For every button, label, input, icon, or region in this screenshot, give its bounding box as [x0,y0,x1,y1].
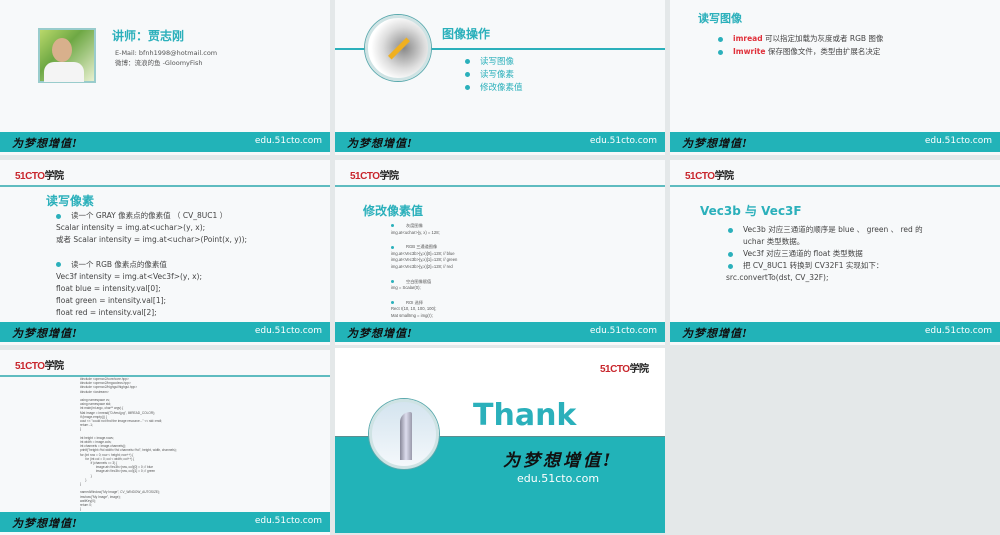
code-line: 或者 Scalar intensity = img.at<uchar>(Poin… [56,235,248,245]
header-line [335,185,665,187]
slogan: 为梦想增值! [347,137,413,150]
code-line: src.convertTo(dst, CV_32F); [726,273,829,282]
bullet: Imwrite 保存图像文件，类型由扩展名决定 [718,45,883,58]
footer: 为梦想增值! edu.51cto.com [0,512,330,532]
slide-title: 读写像素 [46,194,95,208]
url-large: edu.51cto.com [517,472,600,485]
bullet: Vec3f 对应三通道的 float 类型数据 [728,248,923,260]
footer: 为梦想增值! edu.51cto.com [335,132,665,152]
footer: 为梦想增值! edu.51cto.com [0,322,330,342]
header-line [0,185,330,187]
code-line: float blue = intensity.val[0]; [56,284,161,294]
bullet-continuation: uchar 类型数据。 [743,237,805,246]
footer: 为梦想增值! edu.51cto.com [335,322,665,342]
building-image [369,399,439,469]
code-line: Vec3f intensity = img.at<Vec3f>(y, x); [56,271,203,281]
bullet: imread 可以指定加载为灰度或者 RGB 图像 [718,32,883,45]
slide-6-thumbnail[interactable]: 51CTO学院 Vec3b 与 Vec3F Vec3b 对应三通道的顺序是 bl… [670,160,1000,345]
weibo: 微博：流浪的鱼 -GloomyFish [115,59,203,67]
slogan-large: 为梦想增值! [503,451,614,471]
toc-item: 读写像素 [465,69,523,82]
footer-url: edu.51cto.com [254,516,322,526]
email: E-Mail: bfnh1998@hotmail.com [115,49,218,57]
51cto-logo: 51CTO学院 [350,171,399,182]
code-line: Scalar intensity = img.at<uchar>(y, x); [56,223,206,233]
bullet: 读一个 RGB 像素点的像素值 [56,259,247,271]
footer-url: edu.51cto.com [924,136,992,146]
toc-item: 读写图像 [465,56,523,69]
slide-4-thumbnail[interactable]: 51CTO学院 读写像素 读一个 GRAY 像素点的像素值 （ CV_8UC1 … [0,160,330,345]
instructor-title: 讲师：贾志刚 [112,29,185,43]
footer: 为梦想增值! edu.51cto.com [0,132,330,152]
51cto-logo: 51CTO学院 [600,364,649,375]
slogan: 为梦想增值! [12,517,78,530]
slide-title: Vec3b 与 Vec3F [700,204,802,218]
code-block: #include <opencv2/core/core.hpp> #includ… [80,377,177,512]
slide-5-thumbnail[interactable]: 51CTO学院 修改像素值 灰度图像 img.at<uchar>(y, x) = … [335,160,665,345]
code-block: 灰度图像 img.at<uchar>(y, x) = 128; RGB 三通道图像 i… [391,223,458,318]
footer: 为梦想增值! edu.51cto.com [670,132,1000,152]
slide-title: 修改像素值 [363,204,424,218]
slogan: 为梦想增值! [682,327,748,340]
slide-3-thumbnail[interactable]: 读写图像 imread 可以指定加载为灰度或者 RGB 图像 Imwrite 保… [670,0,1000,155]
footer-url: edu.51cto.com [254,326,322,336]
slogan: 为梦想增值! [12,137,78,150]
slide-1-thumbnail[interactable]: 讲师：贾志刚 E-Mail: bfnh1998@hotmail.com 微博：流… [0,0,330,155]
instructor-photo [38,28,96,83]
slide-7-thumbnail[interactable]: 51CTO学院 #include <opencv2/core/core.hpp>… [0,350,330,535]
footer-url: edu.51cto.com [589,326,657,336]
thank-title: Thank [473,398,577,433]
slogan: 为梦想增值! [682,137,748,150]
footer-url: edu.51cto.com [589,136,657,146]
slogan: 为梦想增值! [12,327,78,340]
51cto-logo: 51CTO学院 [685,171,734,182]
code-line: float green = intensity.val[1]; [56,296,167,306]
footer-url: edu.51cto.com [924,326,992,336]
footer-url: edu.51cto.com [254,136,322,146]
toc-item: 修改像素值 [465,82,523,95]
bullet: 读一个 GRAY 像素点的像素值 （ CV_8UC1 ） [56,210,247,222]
slide-title: 读写图像 [698,12,742,25]
slide-2-thumbnail[interactable]: 图像操作 读写图像 读写像素 修改像素值 为梦想增值! edu.51cto.com [335,0,665,155]
bullet: 把 CV_8UC1 转换到 CV32F1 实现如下： [728,260,923,272]
slogan: 为梦想增值! [347,327,413,340]
pencil-hand-image [365,15,431,81]
code-line: float red = intensity.val[2]; [56,308,157,318]
header-line [670,185,1000,187]
51cto-logo: 51CTO学院 [15,361,64,372]
slide-title: 图像操作 [442,27,491,41]
slide-8-thumbnail[interactable]: 51CTO学院 Thank 为梦想增值! edu.51cto.com [335,348,665,533]
51cto-logo: 51CTO学院 [15,171,64,182]
bullet: Vec3b 对应三通道的顺序是 blue 、 green 、 red 的 [728,224,923,236]
footer: 为梦想增值! edu.51cto.com [670,322,1000,342]
